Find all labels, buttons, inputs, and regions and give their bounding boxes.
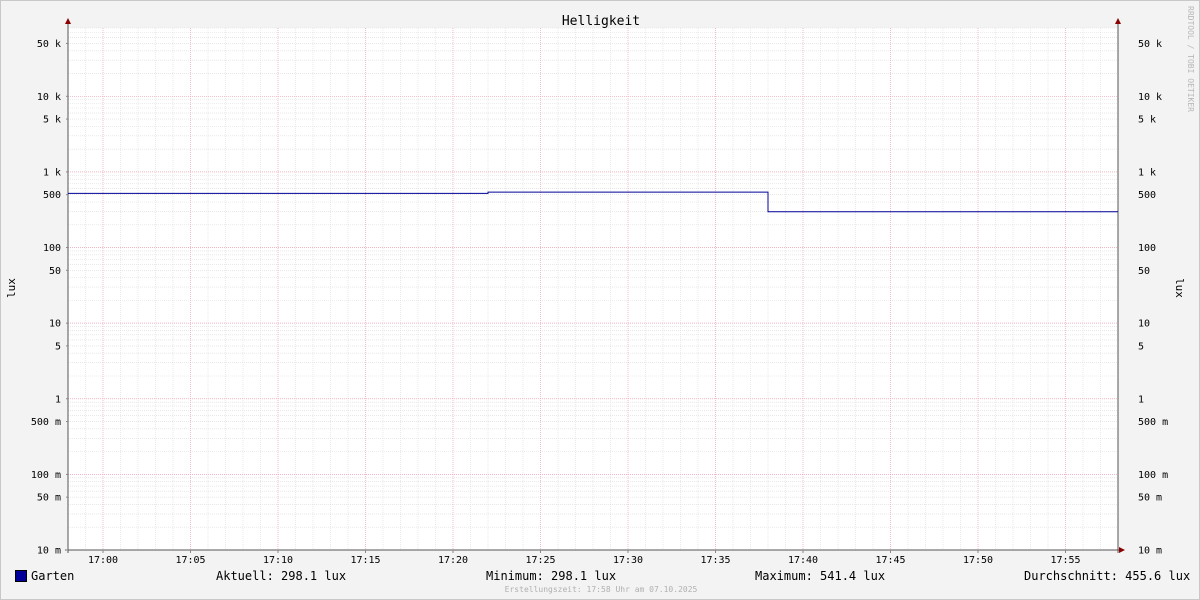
- y-tick-label-left: 50 k: [37, 39, 61, 50]
- y-tick-label-left: 10 m: [37, 546, 61, 557]
- brightness-chart: 50 k 50 k 10 k 10 k 5 k 5 k 1 k 1 k 500 500 100 100…: [5, 6, 1195, 566]
- y-axis-arrow-right: [1115, 18, 1121, 24]
- y-tick-label-right: 50 m: [1138, 493, 1162, 504]
- y-tick-label-right: 10: [1138, 319, 1150, 330]
- y-tick-label-left: 10 k: [37, 92, 61, 103]
- x-tick-label: 17:15: [350, 555, 380, 566]
- x-tick-label: 17:30: [613, 555, 643, 566]
- y-tick-label-right: 500 m: [1138, 417, 1168, 428]
- y-tick-label-left: 500: [43, 190, 61, 201]
- x-tick-label: 17:45: [875, 555, 905, 566]
- legend-swatch-garten: [15, 570, 27, 582]
- rrdtool-watermark: RRDTOOL / TOBI OETIKER: [1186, 6, 1195, 112]
- x-tick-label: 17:25: [525, 555, 555, 566]
- graph-page: 50 k 50 k 10 k 10 k 5 k 5 k 1 k 1 k 500 500 100 100…: [0, 0, 1200, 600]
- y-tick-label-right: 5: [1138, 341, 1144, 352]
- y-tick-label-left: 50: [49, 266, 61, 277]
- y-tick-label-right: 1 k: [1138, 167, 1156, 178]
- y-tick-label-right: 50: [1138, 266, 1150, 277]
- legend-average: Durchschnitt: 455.6 lux: [1024, 569, 1191, 583]
- x-tick-label: 17:35: [700, 555, 730, 566]
- y-tick-label-right: 100: [1138, 243, 1156, 254]
- y-tick-label-right: 50 k: [1138, 39, 1162, 50]
- y-axis-label-left: lux: [5, 278, 18, 298]
- creation-timestamp: Erstellungszeit: 17:58 Uhr am 07.10.2025: [504, 585, 698, 594]
- y-tick-label-left: 100: [43, 243, 61, 254]
- x-tick-label: 17:55: [1050, 555, 1080, 566]
- legend-current: Aktuell: 298.1 lux: [216, 569, 347, 583]
- y-tick-label-left: 100 m: [31, 470, 61, 481]
- x-tick-label: 17:50: [963, 555, 993, 566]
- y-tick-label-right: 5 k: [1138, 115, 1156, 126]
- x-tick-label: 17:20: [438, 555, 468, 566]
- y-tick-label-left: 5 k: [43, 115, 61, 126]
- y-tick-label-left: 50 m: [37, 493, 61, 504]
- y-tick-label-left: 10: [49, 319, 61, 330]
- y-tick-label-right: 1: [1138, 394, 1144, 405]
- y-tick-label-right: 10 k: [1138, 92, 1162, 103]
- y-tick-label-left: 500 m: [31, 417, 61, 428]
- x-tick-label: 17:10: [263, 555, 293, 566]
- x-tick-label: 17:40: [788, 555, 818, 566]
- y-tick-label-left: 1 k: [43, 167, 61, 178]
- legend-maximum: Maximum: 541.4 lux: [755, 569, 886, 583]
- y-axis-label-right: lux: [1173, 278, 1186, 298]
- y-axis-arrow-left: [65, 18, 71, 24]
- x-tick-label: 17:00: [88, 555, 118, 566]
- x-tick-label: 17:05: [175, 555, 205, 566]
- y-tick-label-left: 1: [55, 394, 61, 405]
- y-tick-label-left: 5: [55, 341, 61, 352]
- chart-title: Helligkeit: [562, 14, 640, 29]
- x-axis-arrow: [1119, 547, 1125, 553]
- y-tick-label-right: 10 m: [1138, 546, 1162, 557]
- y-tick-label-right: 100 m: [1138, 470, 1168, 481]
- legend-minimum: Minimum: 298.1 lux: [486, 569, 617, 583]
- y-tick-label-right: 500: [1138, 190, 1156, 201]
- legend-series-name: Garten: [31, 569, 75, 583]
